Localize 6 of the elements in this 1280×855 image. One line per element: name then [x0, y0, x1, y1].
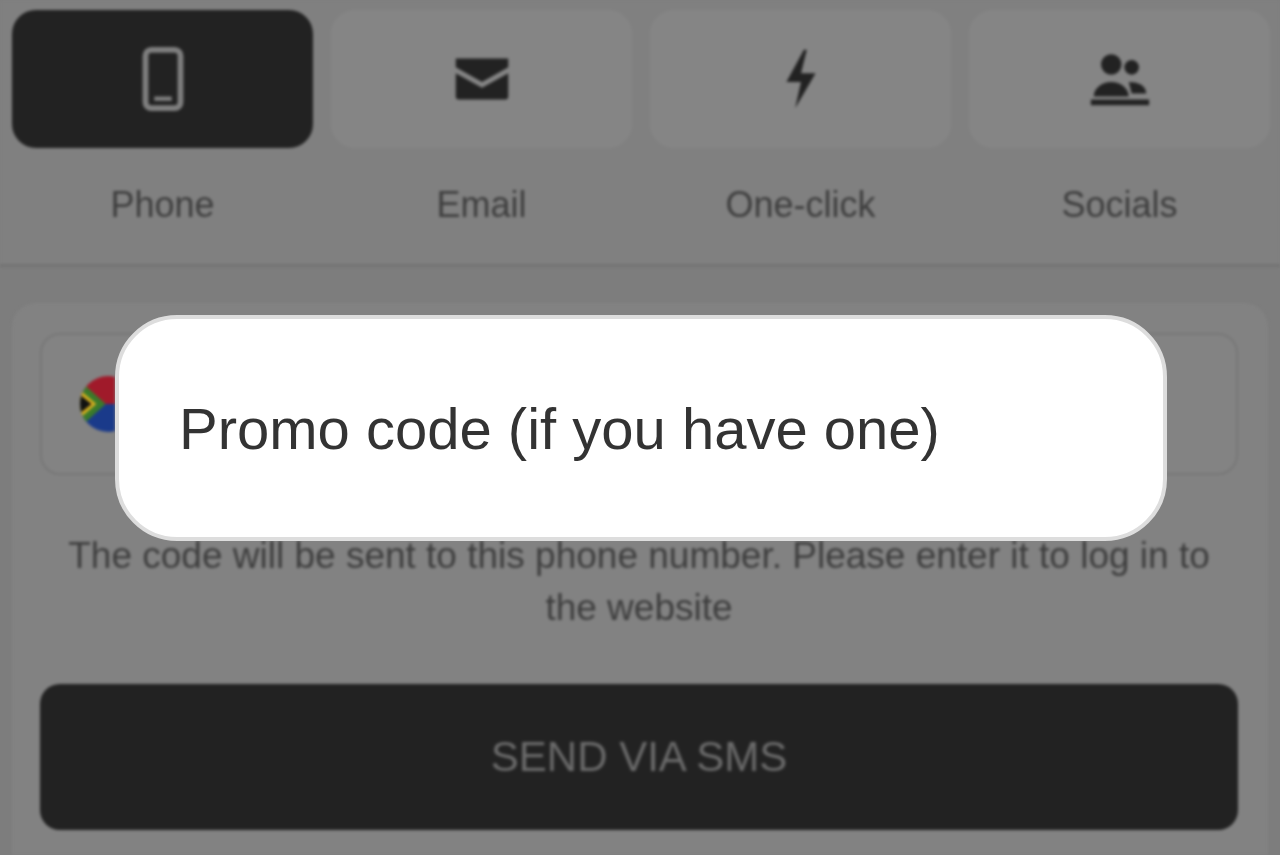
promo-code-tooltip[interactable]: Promo code (if you have one) — [115, 315, 1167, 541]
tab-label: Email — [435, 184, 528, 226]
send-button[interactable]: SEND VIA SMS — [40, 684, 1238, 830]
tab-label: One-click — [724, 184, 877, 226]
tab-label: Phone — [109, 184, 216, 226]
login-method-tab[interactable] — [12, 10, 313, 148]
